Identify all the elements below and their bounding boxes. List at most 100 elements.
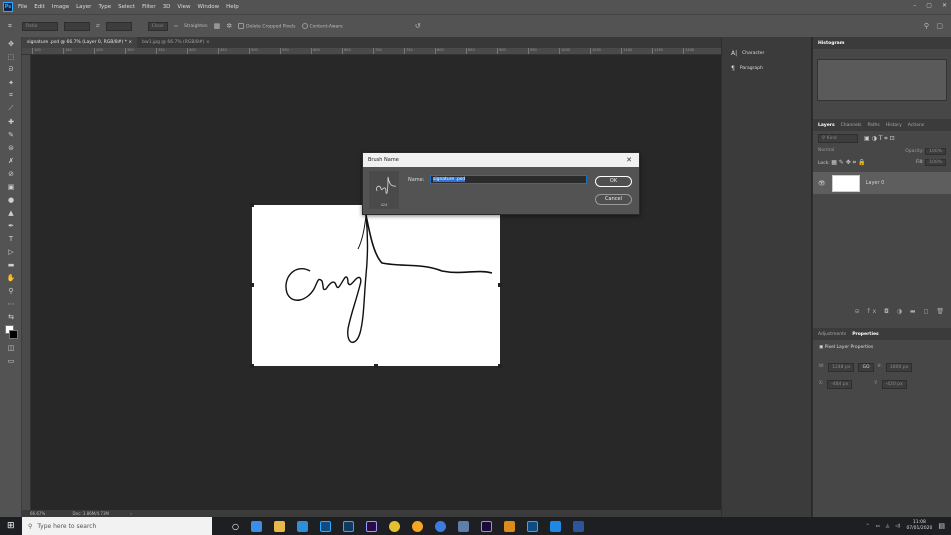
- menu-edit[interactable]: Edit: [34, 4, 45, 10]
- swap-icon[interactable]: ⇄: [96, 24, 100, 29]
- swap-colors-icon[interactable]: ⇆: [0, 310, 22, 323]
- lasso-tool-icon[interactable]: ᘐ: [0, 63, 22, 76]
- straighten-button[interactable]: Straighten: [184, 24, 208, 29]
- blur-tool-icon[interactable]: ●: [0, 193, 22, 206]
- file-explorer-icon[interactable]: [273, 520, 285, 532]
- kind-filter[interactable]: ⚲ Kind: [818, 134, 858, 143]
- shape-tool-icon[interactable]: ▬: [0, 258, 22, 271]
- maximize-icon[interactable]: ▢: [926, 2, 932, 9]
- stamp-tool-icon[interactable]: ⊜: [0, 141, 22, 154]
- photoshop-icon[interactable]: [319, 520, 331, 532]
- dodge-tool-icon[interactable]: ▲: [0, 206, 22, 219]
- history-brush-icon[interactable]: ✗: [0, 154, 22, 167]
- straighten-icon[interactable]: ▭: [174, 24, 178, 29]
- reset-icon[interactable]: ↺: [415, 22, 421, 30]
- layer-actions-icons[interactable]: ⊝ fx ◘ ◑ ▬ ◻ 🗑: [855, 308, 947, 315]
- layer-name[interactable]: Layer 0: [866, 180, 885, 186]
- crop-handle[interactable]: [374, 364, 378, 368]
- network-icon[interactable]: ◬: [886, 524, 889, 529]
- zoom-level[interactable]: 66.67%: [30, 511, 45, 516]
- crop-tool-icon[interactable]: ⌗: [0, 89, 22, 102]
- menu-filter[interactable]: Filter: [142, 4, 156, 10]
- y-input[interactable]: -420 px: [881, 380, 907, 389]
- store-icon[interactable]: [296, 520, 308, 532]
- menu-image[interactable]: Image: [52, 4, 69, 10]
- height-input[interactable]: [105, 21, 132, 31]
- color-swatches[interactable]: [0, 323, 22, 341]
- lightroom-icon[interactable]: [342, 520, 354, 532]
- menu-type[interactable]: Type: [98, 4, 111, 10]
- menu-layer[interactable]: Layer: [76, 4, 91, 10]
- tab-paths[interactable]: Paths: [867, 123, 879, 128]
- close-icon[interactable]: ✕: [626, 153, 632, 167]
- move-tool-icon[interactable]: ✥: [0, 37, 22, 50]
- content-aware-checkbox[interactable]: [301, 22, 308, 29]
- overlay-grid-icon[interactable]: ▦: [214, 22, 221, 30]
- notification-icon[interactable]: ▤: [938, 522, 945, 530]
- search-icon[interactable]: ⚲: [924, 22, 929, 30]
- task-view-icon[interactable]: ○: [232, 522, 239, 531]
- tab-properties[interactable]: Properties: [852, 332, 879, 337]
- clear-button[interactable]: Clear: [147, 21, 168, 31]
- delete-cropped-checkbox[interactable]: [238, 22, 245, 29]
- tab-close-icon[interactable]: ×: [128, 40, 132, 45]
- app-icon[interactable]: [457, 520, 469, 532]
- tray-chevron-icon[interactable]: ⌃: [866, 524, 870, 529]
- chrome-icon[interactable]: [388, 520, 400, 532]
- gear-icon[interactable]: ✲: [226, 22, 232, 30]
- app-icon[interactable]: [250, 520, 262, 532]
- zoom-tool-icon[interactable]: ⚲: [0, 284, 22, 297]
- pen-tool-icon[interactable]: ✒: [0, 219, 22, 232]
- workspace-icon[interactable]: ▢: [936, 22, 943, 30]
- after-effects-icon[interactable]: [480, 520, 492, 532]
- paragraph-panel-button[interactable]: ¶ Paragraph: [722, 61, 811, 76]
- tab-channels[interactable]: Channels: [841, 123, 862, 128]
- blend-mode-select[interactable]: Normal: [818, 148, 834, 155]
- tab-histogram[interactable]: Histogram: [818, 41, 844, 46]
- close-icon[interactable]: ✕: [942, 2, 947, 9]
- menu-view[interactable]: View: [177, 4, 190, 10]
- screen-mode-icon[interactable]: ▭: [0, 354, 22, 367]
- brush-name-input[interactable]: signature .psd: [430, 175, 587, 184]
- status-arrow-icon[interactable]: ›: [130, 511, 132, 516]
- app-icon[interactable]: [503, 520, 515, 532]
- lock-icons[interactable]: ▦ ✎ ✥ ⌗ 🔒: [831, 159, 865, 166]
- photoshop-icon[interactable]: [526, 520, 538, 532]
- cancel-button[interactable]: Cancel: [595, 194, 632, 205]
- word-icon[interactable]: [572, 520, 584, 532]
- document-canvas[interactable]: [250, 203, 502, 368]
- path-select-icon[interactable]: ▷: [0, 245, 22, 258]
- app-icon[interactable]: [434, 520, 446, 532]
- ok-button[interactable]: OK: [595, 176, 632, 187]
- link-icon[interactable]: GO: [858, 363, 874, 372]
- windows-start-icon[interactable]: ⊞: [7, 521, 15, 531]
- marquee-tool-icon[interactable]: ⬚: [0, 50, 22, 63]
- layer-row[interactable]: 👁 Layer 0: [813, 172, 951, 194]
- w-input[interactable]: 1248 px: [828, 363, 855, 372]
- h-input[interactable]: 1800 px: [885, 363, 913, 372]
- gradient-tool-icon[interactable]: ▣: [0, 180, 22, 193]
- tab-history[interactable]: History: [886, 123, 902, 128]
- crop-handle[interactable]: [250, 364, 254, 368]
- type-tool-icon[interactable]: T: [0, 232, 22, 245]
- background-color-swatch[interactable]: [9, 330, 18, 339]
- minimize-icon[interactable]: –: [913, 2, 916, 9]
- tab-close-icon[interactable]: ×: [206, 40, 210, 45]
- x-input[interactable]: -484 px: [827, 380, 853, 389]
- menu-select[interactable]: Select: [118, 4, 135, 10]
- volume-icon[interactable]: ◁): [895, 524, 900, 529]
- healing-brush-icon[interactable]: ✚: [0, 115, 22, 128]
- brush-tool-icon[interactable]: ✎: [0, 128, 22, 141]
- tab-adjustments[interactable]: Adjustments: [818, 332, 846, 337]
- fill-value[interactable]: 100%: [925, 159, 946, 166]
- ratio-select[interactable]: Ratio: [22, 21, 58, 31]
- eye-icon[interactable]: 👁: [818, 180, 826, 187]
- tab-bw1[interactable]: bw1.jpg @ 66.7% (RGB/8#) ×: [137, 37, 214, 48]
- menu-window[interactable]: Window: [197, 4, 219, 10]
- opacity-value[interactable]: 100%: [925, 148, 946, 155]
- more-tools-icon[interactable]: ⋯: [0, 297, 22, 310]
- filter-icons[interactable]: ▣ ◑ T ⌗ ⊡: [864, 135, 895, 143]
- crop-tool-icon[interactable]: ⌗: [4, 20, 16, 33]
- character-panel-button[interactable]: A| Character: [722, 46, 811, 61]
- menu-file[interactable]: File: [18, 4, 27, 10]
